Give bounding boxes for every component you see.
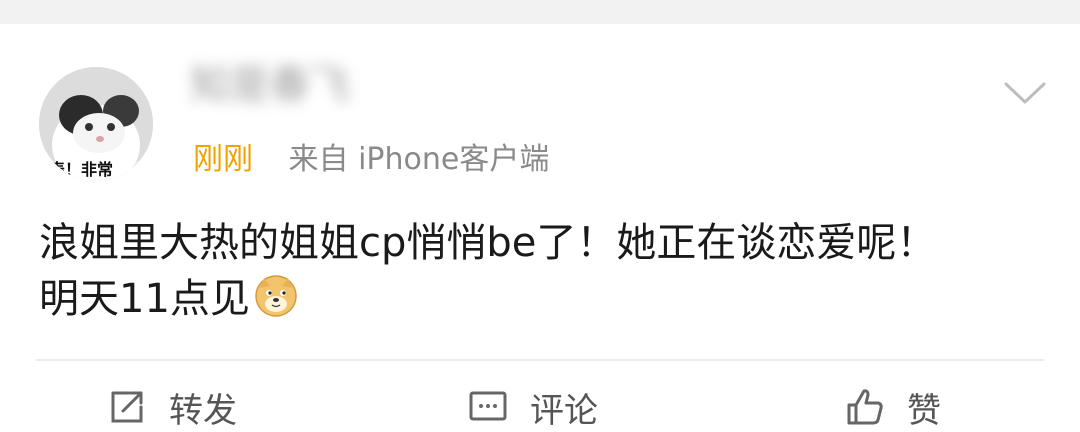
post-menu-button[interactable] xyxy=(1003,78,1047,108)
post-source[interactable]: 来自 iPhone客户端 xyxy=(289,142,550,177)
post-text-line-1: 浪姐里大热的姐姐cp悄悄be了！她正在谈恋爱呢！ xyxy=(39,220,937,266)
share-icon xyxy=(111,391,143,423)
post-content: 浪姐里大热的姐姐cp悄悄be了！她正在谈恋爱呢！ 明天11点见 xyxy=(39,215,1049,327)
comment-button[interactable]: 评论 xyxy=(466,382,598,432)
avatar[interactable]: 表！非常 xyxy=(39,67,153,181)
chevron-down-icon xyxy=(1004,82,1046,104)
thumbs-up-icon xyxy=(847,389,883,425)
post-meta: 刚刚 来自 iPhone客户端 xyxy=(193,140,549,180)
comment-icon xyxy=(469,391,507,421)
like-button[interactable]: 赞 xyxy=(843,382,941,432)
top-bar xyxy=(0,0,1080,24)
username[interactable]: 知是春飞 xyxy=(190,60,390,110)
post-text-line-2: 明天11点见 xyxy=(39,271,1049,327)
post-time: 刚刚 xyxy=(193,142,253,177)
cat-avatar-icon: 表！非常 xyxy=(39,67,153,181)
repost-button[interactable]: 转发 xyxy=(105,382,237,432)
post-text-line-2-text: 明天11点见 xyxy=(39,276,250,322)
divider xyxy=(36,359,1044,361)
comment-label: 评论 xyxy=(530,390,598,431)
like-label: 赞 xyxy=(907,390,941,431)
doge-emoji-icon xyxy=(254,274,298,318)
avatar-caption: 表！非常 xyxy=(48,160,113,179)
repost-label: 转发 xyxy=(169,390,237,431)
